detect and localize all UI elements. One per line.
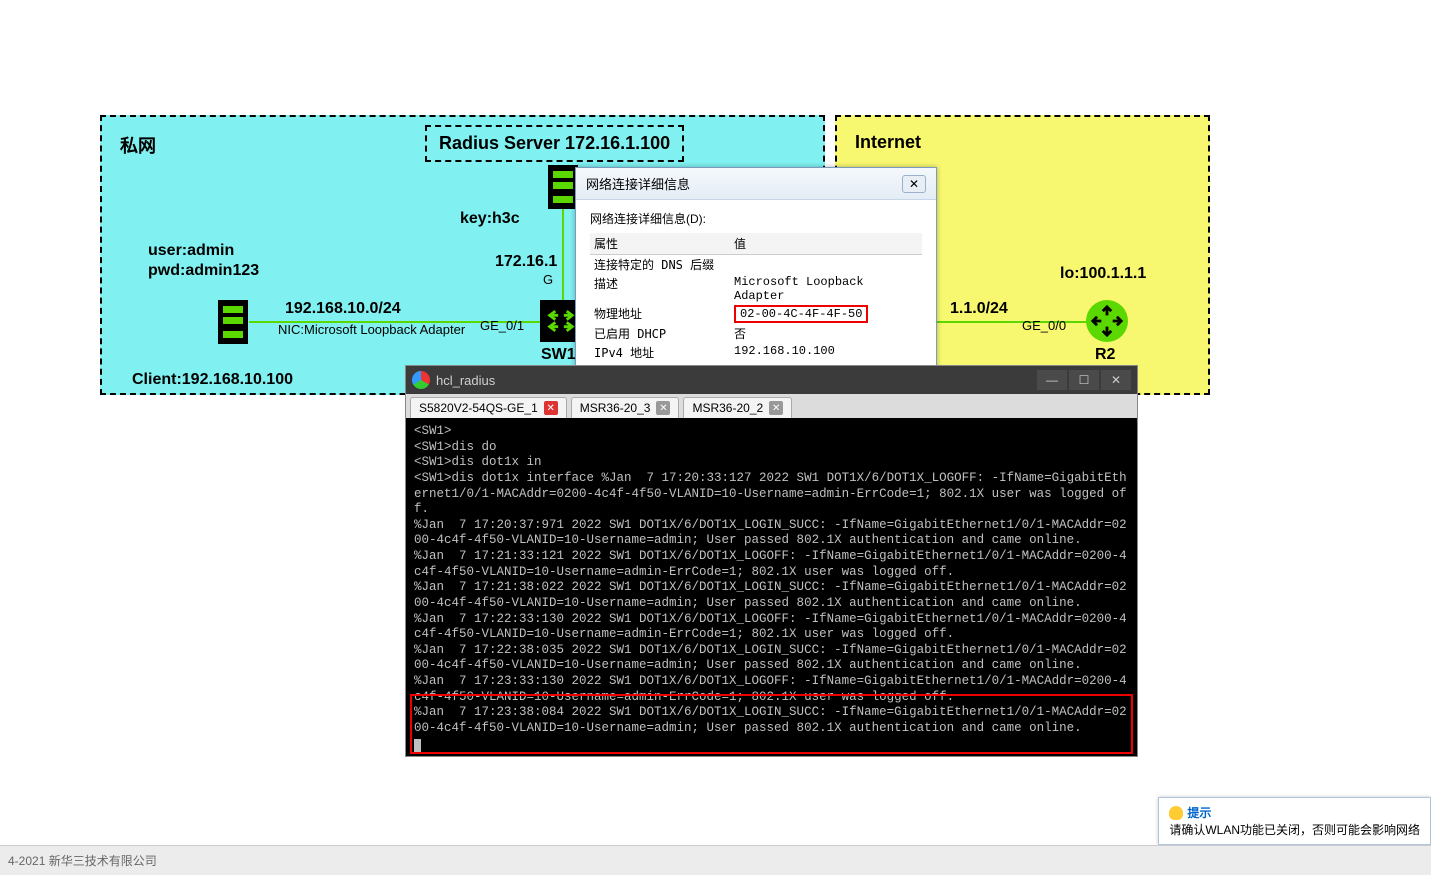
terminal-logo-icon xyxy=(412,371,430,389)
ge00-label: GE_0/0 xyxy=(1022,318,1066,333)
terminal-body[interactable]: <SW1> <SW1>dis do <SW1>dis dot1x in <SW1… xyxy=(406,418,1137,756)
terminal-maximize-button[interactable]: ☐ xyxy=(1069,370,1099,390)
terminal-close-button[interactable]: ✕ xyxy=(1101,370,1131,390)
dialog-close-button[interactable]: ✕ xyxy=(902,175,926,193)
prop-row: 已启用 DHCP否 xyxy=(590,324,922,343)
radius-server-label: Radius Server 172.16.1.100 xyxy=(425,125,684,162)
sw1-label: SW1 xyxy=(541,346,576,364)
lo-label: lo:100.1.1.1 xyxy=(1060,265,1146,283)
tip-title: 提示 xyxy=(1187,804,1211,821)
tab-close-icon[interactable]: ✕ xyxy=(656,401,670,415)
zone-internet-title: Internet xyxy=(855,132,921,153)
prop-row: 物理地址02-00-4C-4F-4F-50 xyxy=(590,304,922,324)
server-icon-radius[interactable] xyxy=(548,165,578,209)
server-icon-client[interactable] xyxy=(218,300,248,344)
prop-row: 描述Microsoft Loopback Adapter xyxy=(590,274,922,304)
tab-close-icon[interactable]: ✕ xyxy=(544,401,558,415)
terminal-window: hcl_radius — ☐ ✕ S5820V2-54QS-GE_1✕ MSR3… xyxy=(405,365,1138,757)
terminal-title: hcl_radius xyxy=(436,373,495,388)
terminal-cursor xyxy=(414,739,421,752)
prop-row: IPv4 地址192.168.10.100 xyxy=(590,343,922,362)
mac-highlight: 02-00-4C-4F-4F-50 xyxy=(734,305,868,323)
nic-label: NIC:Microsoft Loopback Adapter xyxy=(278,322,465,337)
ge01-label: GE_0/1 xyxy=(480,318,524,333)
copyright: 4-2021 新华三技术有限公司 xyxy=(8,852,157,869)
terminal-log: <SW1> <SW1>dis do <SW1>dis dot1x in <SW1… xyxy=(414,424,1127,735)
subnet-left: 192.168.10.0/24 xyxy=(285,300,401,318)
tab-close-icon[interactable]: ✕ xyxy=(769,401,783,415)
client-label: Client:192.168.10.100 xyxy=(132,371,293,389)
key-label: key:h3c xyxy=(460,210,520,228)
user-label: user:admin xyxy=(148,242,234,260)
footer-bar: 4-2021 新华三技术有限公司 xyxy=(0,845,1431,875)
dialog-subtitle: 网络连接详细信息(D): xyxy=(590,210,922,227)
terminal-tabs: S5820V2-54QS-GE_1✕ MSR36-20_3✕ MSR36-20_… xyxy=(406,394,1137,418)
tip-body: 请确认WLAN功能已关闭，否则可能会影响网络 xyxy=(1169,821,1420,838)
link-radius-sw1 xyxy=(562,209,564,303)
terminal-tab[interactable]: S5820V2-54QS-GE_1✕ xyxy=(410,397,567,418)
r2-label: R2 xyxy=(1095,346,1115,364)
router-icon-r2[interactable] xyxy=(1086,300,1128,342)
zone-private-title: 私网 xyxy=(120,132,156,158)
bulb-icon xyxy=(1169,806,1183,820)
pwd-label: pwd:admin123 xyxy=(148,262,259,280)
dialog-title-text: 网络连接详细信息 xyxy=(586,174,690,193)
subnet-right: 1.1.0/24 xyxy=(950,300,1008,318)
terminal-tab[interactable]: MSR36-20_3✕ xyxy=(571,397,680,418)
terminal-minimize-button[interactable]: — xyxy=(1037,370,1067,390)
prop-header: 属性 值 xyxy=(590,233,922,255)
terminal-tab[interactable]: MSR36-20_2✕ xyxy=(683,397,792,418)
dialog-titlebar[interactable]: 网络连接详细信息 ✕ xyxy=(576,168,936,200)
tip-box: 提示 请确认WLAN功能已关闭，否则可能会影响网络 xyxy=(1158,797,1431,845)
prop-row: 连接特定的 DNS 后缀 xyxy=(590,255,922,274)
radius-if-ip: 172.16.1 xyxy=(495,253,557,271)
terminal-titlebar[interactable]: hcl_radius — ☐ ✕ xyxy=(406,366,1137,394)
